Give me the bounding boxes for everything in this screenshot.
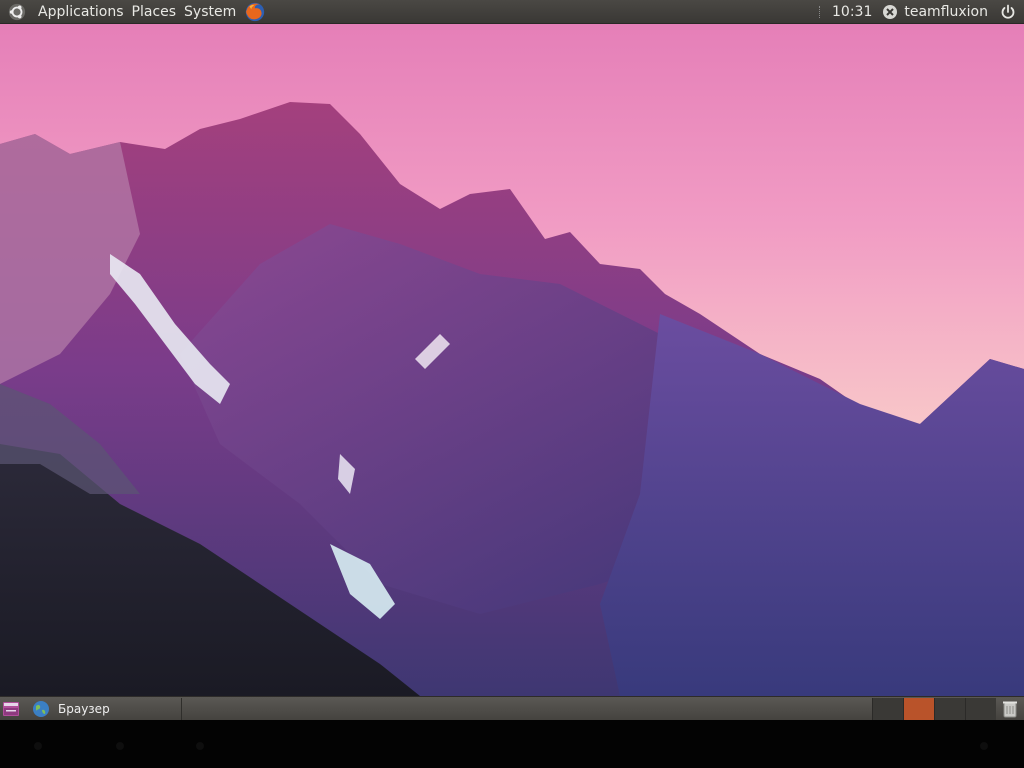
bezel-dot <box>34 742 42 750</box>
firefox-launcher-icon[interactable] <box>244 1 266 23</box>
mountain-wallpaper-image <box>0 102 1024 696</box>
clock[interactable]: 10:31 <box>832 4 872 20</box>
screen-border <box>0 720 1024 768</box>
menu-applications[interactable]: Applications <box>34 0 128 24</box>
panel-separator <box>819 5 822 18</box>
bezel-dot <box>980 742 988 750</box>
workspace-4[interactable] <box>965 697 996 720</box>
globe-icon <box>33 700 49 717</box>
bezel-dot <box>116 742 124 750</box>
top-panel: Applications Places System 10:31 teamflu… <box>0 0 1024 24</box>
workspace-1[interactable] <box>872 697 903 720</box>
taskbar-window-browser[interactable]: Браузер <box>32 697 182 720</box>
top-panel-right: 10:31 teamfluxion <box>819 0 1024 24</box>
bottom-panel: Браузер <box>0 696 1024 720</box>
menu-system[interactable]: System <box>180 0 240 24</box>
status-offline-icon[interactable] <box>882 4 898 20</box>
top-panel-left: Applications Places System <box>0 0 266 24</box>
power-icon[interactable] <box>1000 4 1016 20</box>
menu-places[interactable]: Places <box>128 0 181 24</box>
desktop-wallpaper[interactable] <box>0 24 1024 696</box>
ubuntu-logo-icon[interactable] <box>8 3 26 21</box>
taskbar-window-label: Браузер <box>58 701 110 716</box>
workspace-3[interactable] <box>934 697 965 720</box>
show-desktop-icon[interactable] <box>2 700 20 718</box>
workspace-switcher <box>872 697 996 720</box>
bezel-dot <box>196 742 204 750</box>
workspace-2[interactable] <box>903 697 934 720</box>
user-menu[interactable]: teamfluxion <box>904 4 988 20</box>
trash-icon[interactable] <box>1000 699 1020 719</box>
